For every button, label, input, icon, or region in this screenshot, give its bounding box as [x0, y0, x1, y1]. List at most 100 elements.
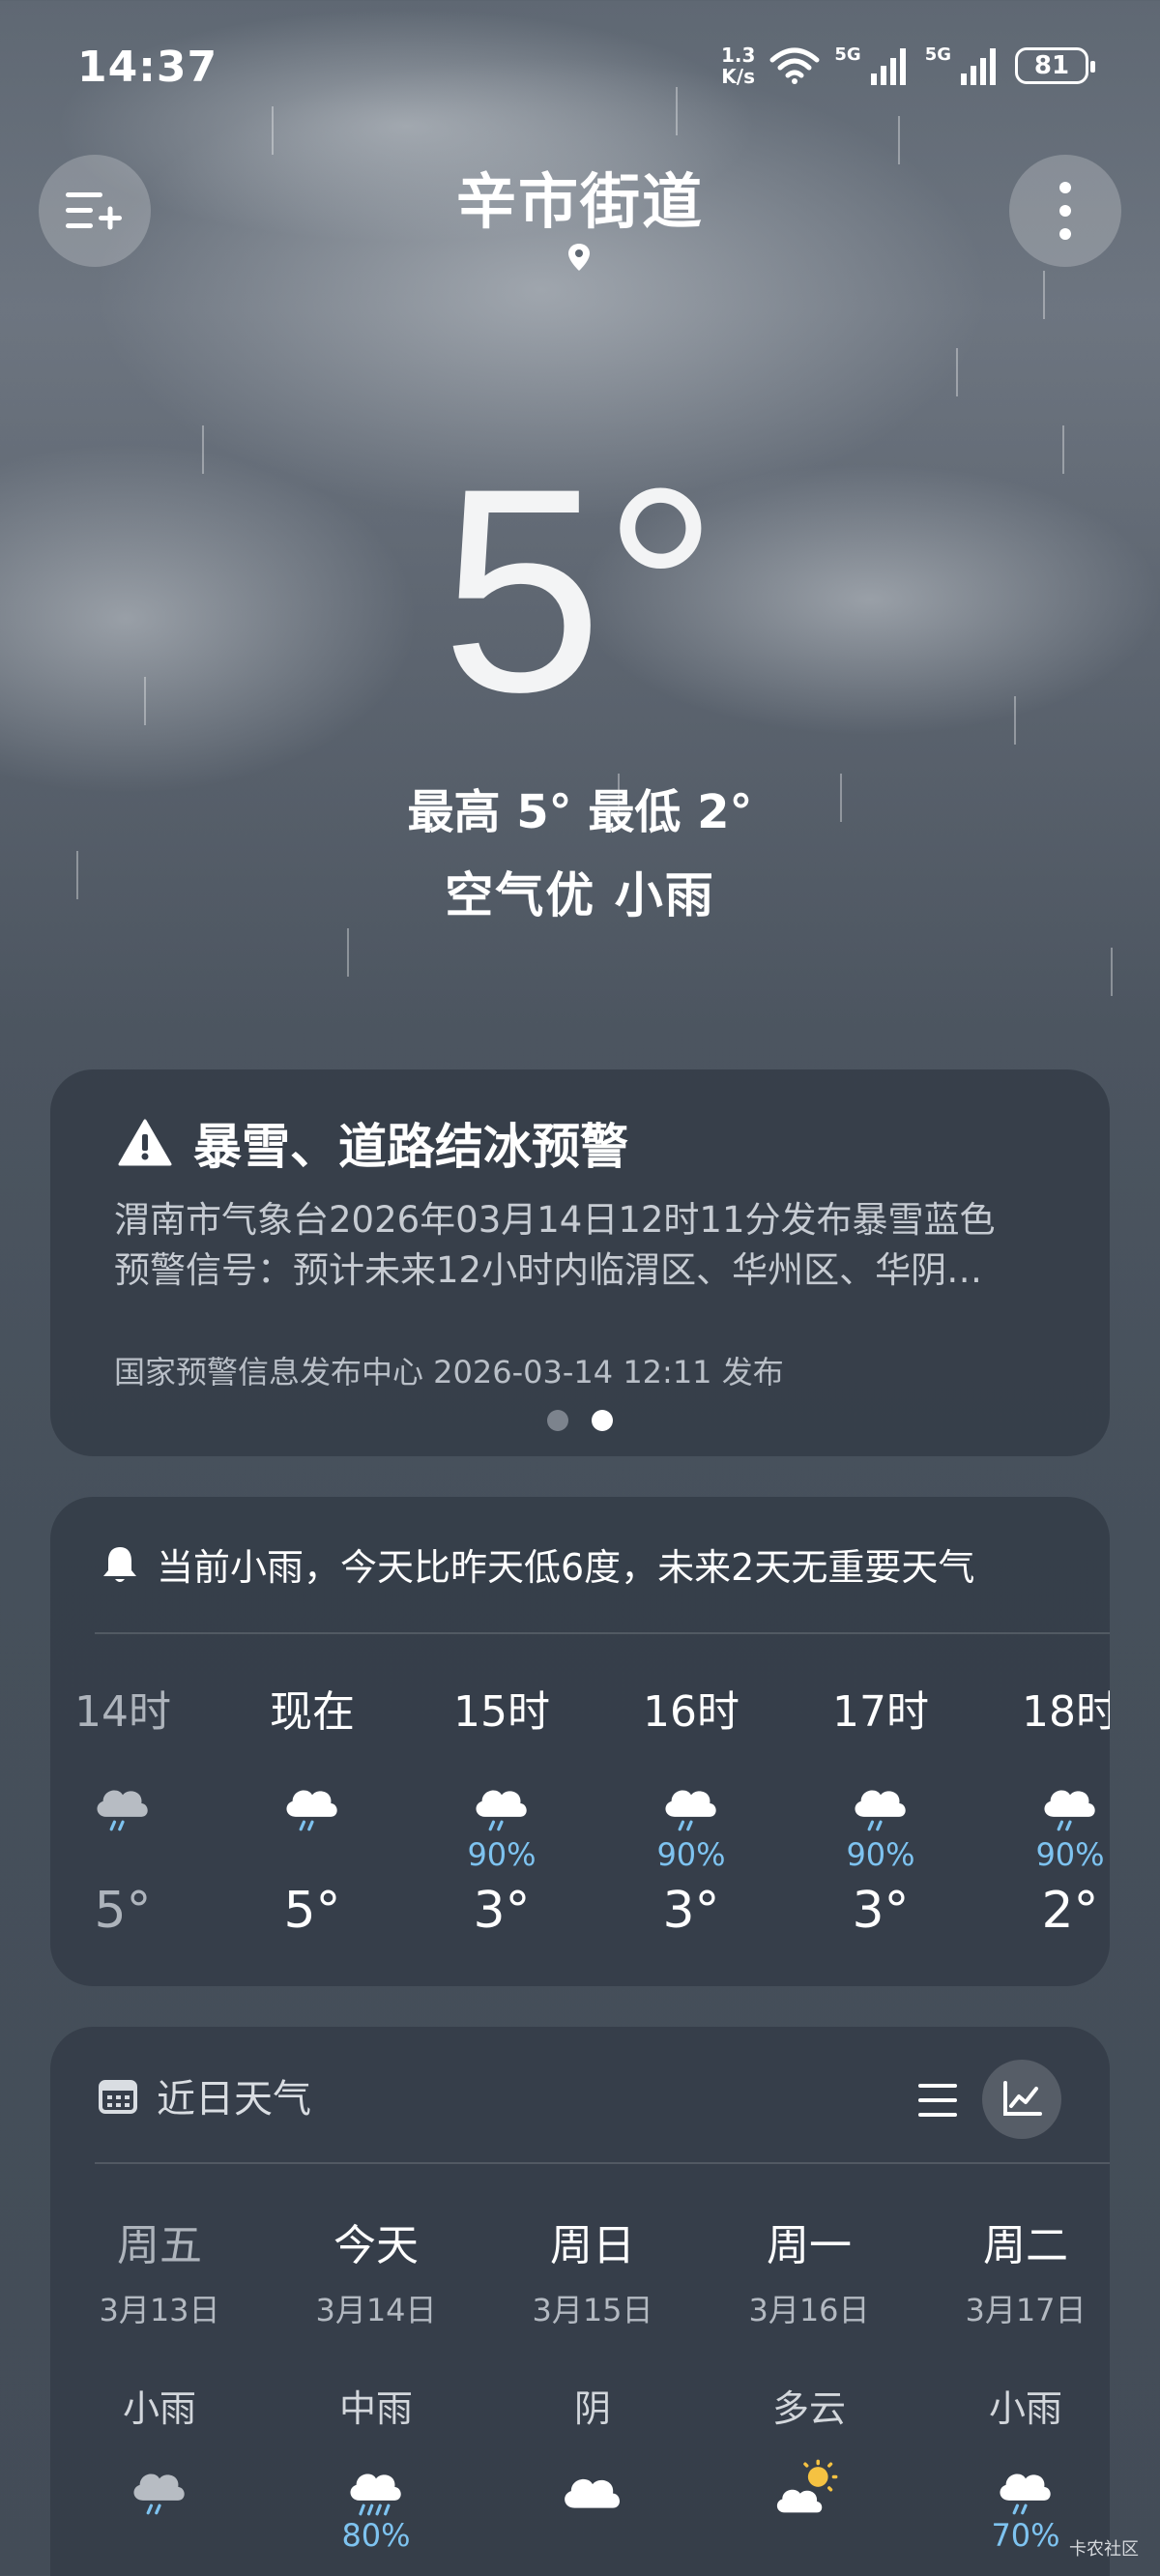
- cloud-rain-icon: [855, 1790, 906, 1831]
- day-name: 周五: [117, 2221, 202, 2270]
- hour-label: 14时: [74, 1687, 171, 1737]
- daily-forecast-card: 近日天气 周五 3月13日 小雨 11°今天 3月14日 中雨 80% 5°周日…: [50, 2027, 1110, 2576]
- day-condition: 中雨: [338, 2387, 413, 2430]
- hour-icon: [803, 1746, 958, 1833]
- daily-header: 近日天气: [99, 2067, 311, 2123]
- calendar-icon: [99, 2080, 137, 2114]
- daily-title: 近日天气: [157, 2077, 311, 2122]
- hour-icon: [424, 1746, 579, 1833]
- sun-cloud-icon: [776, 2459, 838, 2513]
- hourly-item: 16时 90% 3°: [614, 1677, 768, 1940]
- day-icon: [284, 2447, 468, 2517]
- hour-temperature: 3°: [852, 1882, 910, 1940]
- daily-item[interactable]: 周五 3月13日 小雨 11°: [68, 2210, 251, 2576]
- cloud-rain-icon: [97, 1790, 148, 1831]
- day-condition: 小雨: [988, 2387, 1062, 2430]
- daily-item[interactable]: 周一 3月16日 多云 13°: [717, 2210, 901, 2576]
- day-icon: [934, 2447, 1110, 2517]
- status-time: 14:37: [77, 43, 218, 92]
- hour-label: 16时: [643, 1687, 740, 1737]
- hourly-summary: 当前小雨，今天比昨天低6度，未来2天无重要天气: [101, 1537, 974, 1591]
- precip-probability: [501, 2517, 684, 2556]
- battery-indicator: 81: [1015, 47, 1095, 84]
- weather-alert-card[interactable]: 暴雪、道路结冰预警 渭南市气象台2026年03月14日12时11分发布暴雪蓝色 …: [50, 1069, 1110, 1456]
- list-view-button[interactable]: [903, 2065, 972, 2135]
- hour-temperature: 2°: [1041, 1882, 1099, 1940]
- day-name: 周二: [983, 2221, 1068, 2270]
- day-name: 今天: [334, 2221, 419, 2270]
- hour-temperature: 5°: [283, 1882, 341, 1940]
- day-date: 3月17日: [965, 2292, 1087, 2328]
- precip-probability: 90%: [846, 1836, 915, 1873]
- hourly-item: 14时 5°: [50, 1677, 200, 1940]
- divider: [95, 1632, 1110, 1634]
- day-condition: 小雨: [122, 2387, 196, 2430]
- alert-body-line: 渭南市气象台2026年03月14日12时11分发布暴雪蓝色: [114, 1199, 996, 1241]
- alert-header: 暴雪、道路结冰预警: [118, 1108, 628, 1178]
- cloud-heavy-rain-icon: [350, 2474, 401, 2516]
- precip-probability: 90%: [656, 1836, 726, 1873]
- hour-temperature: 5°: [94, 1882, 152, 1940]
- cloud-rain-icon: [476, 1790, 527, 1831]
- more-options-button[interactable]: [1009, 155, 1121, 267]
- cloud-rain-icon: [133, 2474, 185, 2515]
- sim2-label: 5G: [924, 44, 951, 65]
- list-icon: [918, 2084, 957, 2117]
- hour-icon: [993, 1746, 1110, 1833]
- daily-item[interactable]: 周日 3月15日 阴 12°: [501, 2210, 684, 2576]
- cloud-rain-icon: [1000, 2474, 1051, 2515]
- hour-temperature: 3°: [662, 1882, 720, 1940]
- hour-icon: [614, 1746, 768, 1833]
- precip-probability: [68, 2517, 251, 2556]
- hourly-forecast-card: 当前小雨，今天比昨天低6度，未来2天无重要天气 14时 5° 现在 5° 15时 9…: [50, 1497, 1110, 1986]
- cloud-rain-icon: [286, 1790, 337, 1831]
- precip-probability: 80%: [341, 2517, 411, 2554]
- day-date: 3月15日: [532, 2292, 653, 2328]
- city-name[interactable]: 辛市街道: [0, 153, 1160, 240]
- alert-title: 暴雪、道路结冰预警: [193, 1119, 628, 1175]
- precip-probability: 90%: [467, 1836, 536, 1873]
- more-vertical-icon: [1059, 182, 1071, 240]
- precip-probability: [235, 1833, 390, 1876]
- watermark-text: 卡农社区: [1069, 2539, 1139, 2560]
- pager-dot[interactable]: [547, 1410, 568, 1431]
- line-chart-icon: [1003, 2081, 1042, 2116]
- cloud-icon: [565, 2478, 620, 2508]
- summary-text: 当前小雨，今天比昨天低6度，未来2天无重要天气: [157, 1546, 975, 1589]
- hour-label: 15时: [453, 1687, 550, 1737]
- wifi-icon: [769, 47, 820, 84]
- day-name: 周一: [767, 2221, 852, 2270]
- day-date: 3月16日: [748, 2292, 870, 2328]
- air-quality-and-condition[interactable]: 空气优 小雨: [0, 857, 1160, 926]
- pager-dot-active[interactable]: [592, 1410, 613, 1431]
- hour-label: 17时: [832, 1687, 929, 1737]
- warning-icon: [118, 1119, 172, 1166]
- location-pin-icon: [568, 244, 590, 271]
- hourly-item: 17时 90% 3°: [803, 1677, 958, 1940]
- status-bar: 14:37 1.3 K/s 5G 5G 81: [0, 0, 1160, 135]
- day-name: 周日: [550, 2221, 635, 2270]
- day-date: 3月13日: [99, 2292, 220, 2328]
- precip-probability: 90%: [1035, 1836, 1105, 1873]
- bell-icon: [103, 1546, 136, 1582]
- day-date: 3月14日: [315, 2292, 437, 2328]
- day-icon: [501, 2447, 684, 2517]
- sim1-label: 5G: [834, 44, 861, 65]
- day-condition: 阴: [573, 2387, 611, 2430]
- network-speed: 1.3 K/s: [720, 44, 756, 88]
- alert-body-line: 预警信号：预计未来12小时内临渭区、华州区、华阴…: [114, 1249, 983, 1291]
- alert-pager[interactable]: [50, 1410, 1110, 1431]
- high-low-temperature: 最高 5° 最低 2°: [407, 785, 753, 839]
- hour-icon: [50, 1746, 200, 1833]
- day-icon: [717, 2447, 901, 2517]
- daily-item[interactable]: 今天 3月14日 中雨 80% 5°: [284, 2210, 468, 2576]
- hourly-item: 现在 5°: [235, 1677, 390, 1940]
- current-temperature: 5°: [441, 427, 719, 752]
- cloud-rain-icon: [665, 1790, 716, 1831]
- cloud-rain-icon: [1044, 1790, 1095, 1831]
- precip-probability: [717, 2517, 901, 2556]
- chart-view-button[interactable]: [982, 2060, 1061, 2139]
- daily-item[interactable]: 周二 3月17日 小雨 70% 9°: [934, 2210, 1110, 2576]
- hour-label: 现在: [270, 1687, 355, 1737]
- status-icons: 1.3 K/s 5G 5G 81: [720, 44, 1095, 88]
